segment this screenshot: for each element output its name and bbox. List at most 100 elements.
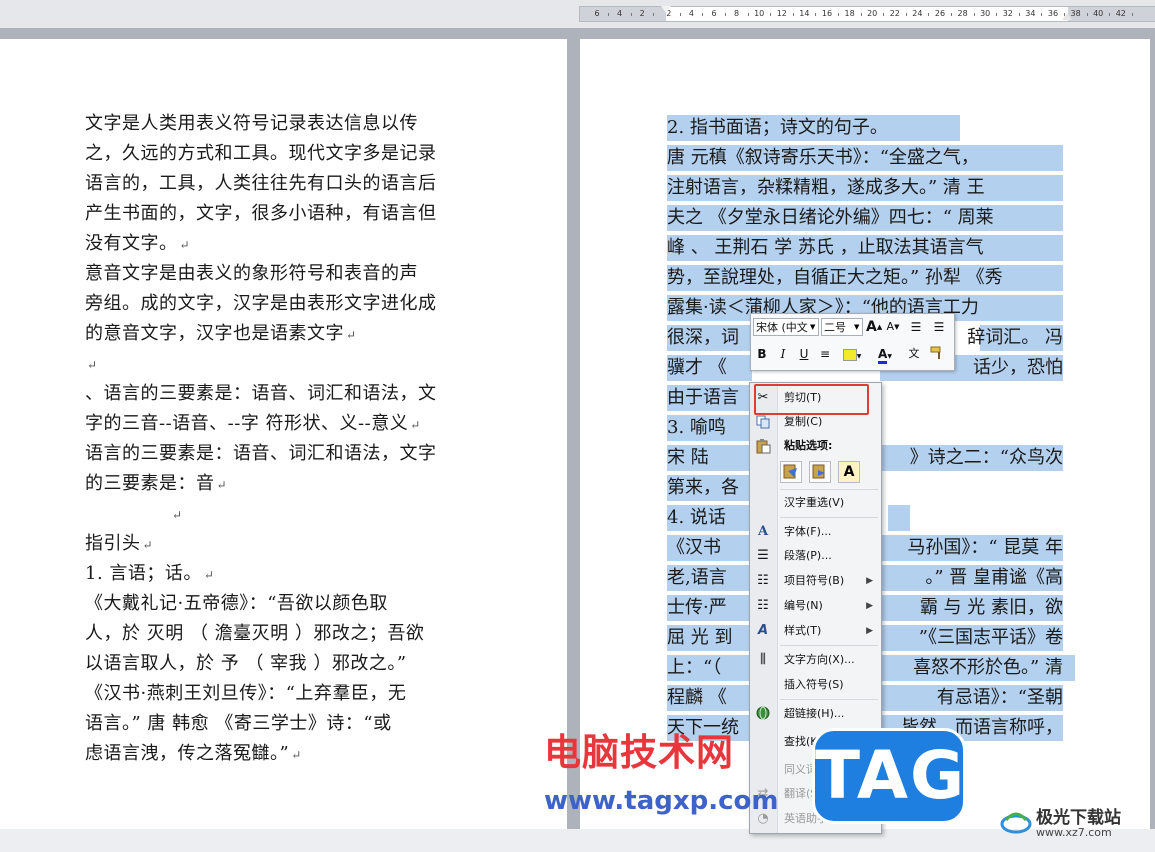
format-painter-icon[interactable]: [929, 345, 945, 363]
bold-button[interactable]: B: [754, 345, 770, 363]
menu-item-font[interactable]: A 字体(F)...: [750, 521, 881, 543]
right-text-fragment[interactable]: 辞词汇。 冯: [967, 327, 1063, 349]
left-text-line[interactable]: ↵: [85, 353, 98, 376]
left-text-content: 语言。” 唐 韩愈 《寄三学士》诗：“或: [85, 713, 392, 734]
first-line-indent-marker[interactable]: [661, 6, 671, 13]
phonetic-guide-button[interactable]: 文: [906, 345, 922, 363]
right-text-line[interactable]: 第来，各: [667, 477, 739, 499]
right-text-line[interactable]: 很深，词: [667, 327, 739, 349]
font-name-value: 宋体 (中文: [756, 321, 808, 334]
right-text-content: 由于语言: [667, 387, 739, 408]
left-text-line[interactable]: 没有文字。 ↵: [85, 233, 190, 256]
left-text-line[interactable]: 语言的，工具，人类往往先有口头的语言后: [85, 173, 437, 195]
right-text-line[interactable]: 由于语言: [667, 387, 739, 409]
paste-keep-formatting-button[interactable]: [780, 461, 802, 483]
left-text-line[interactable]: 的三要素是：音 ↵: [85, 473, 227, 496]
right-text-fragment[interactable]: 。” 晋 皇甫谧《高: [925, 567, 1063, 589]
menu-item-reconvert[interactable]: 汉字重选(V): [750, 492, 881, 514]
right-text-line[interactable]: 势，至說理处，自循正大之矩。” 孙犁 《秀: [667, 267, 1003, 289]
right-text-line[interactable]: 程麟 《: [667, 687, 727, 709]
font-size-dropdown-icon[interactable]: ▼: [854, 323, 859, 331]
italic-button[interactable]: I: [775, 345, 791, 363]
right-text-line[interactable]: 上：“（: [667, 657, 721, 679]
paste-merge-formatting-button[interactable]: [809, 461, 831, 483]
right-text-line[interactable]: 屈 光 到: [667, 627, 732, 649]
left-text-line[interactable]: 字的三音--语音、--字 符形状、义--意义 ↵: [85, 413, 421, 436]
right-text-fragment[interactable]: 话少，恐怕: [973, 357, 1063, 379]
left-text-content: 的三要素是：音: [85, 473, 215, 494]
left-text-line[interactable]: 产生书面的，文字，很多小语种，有语言但: [85, 203, 437, 225]
left-text-content: 人，於 灭明 （ 澹臺灭明 ）邪改之；吾欲: [85, 623, 425, 644]
shrink-font-button[interactable]: A▼: [885, 318, 901, 336]
right-text-line[interactable]: 唐 元稹《叙诗寄乐天书》：“全盛之气，: [667, 147, 979, 169]
left-text-line[interactable]: 语言。” 唐 韩愈 《寄三学士》诗：“或: [85, 713, 392, 735]
right-indent-marker[interactable]: [1062, 13, 1072, 20]
right-text-fragment[interactable]: 喜怒不形於色。” 清: [913, 657, 1063, 679]
right-text-fragment[interactable]: 霸 与 光 素旧，欲: [920, 597, 1063, 619]
increase-indent-icon[interactable]: ☰: [931, 318, 947, 336]
styles-icon: A: [757, 623, 769, 638]
left-text-line[interactable]: 的意音文字，汉字也是语素文字 ↵: [85, 323, 357, 346]
right-text-line[interactable]: 老,语言: [667, 567, 727, 589]
highlight-color-button[interactable]: ▼: [839, 345, 865, 363]
left-text-line[interactable]: 语言的三要素是：语音、词汇和语法，文字: [85, 443, 437, 465]
left-text-line[interactable]: 《大戴礼记·五帝德》：“吾欲以颜色取: [85, 593, 388, 615]
left-text-line[interactable]: 指引头 ↵: [85, 533, 153, 556]
right-text-line[interactable]: 2. 指书面语；诗文的句子。: [667, 117, 888, 139]
left-text-line[interactable]: 、语言的三要素是：语音、词汇和语法，文: [85, 383, 437, 405]
menu-item-insert-symbol[interactable]: 插入符号(S): [750, 674, 881, 696]
paragraph-mark-icon: ↵: [216, 478, 228, 492]
brand-url: www.xz7.com: [1036, 826, 1112, 839]
left-text-line[interactable]: 人，於 灭明 （ 澹臺灭明 ）邪改之；吾欲: [85, 623, 424, 645]
decrease-indent-icon[interactable]: ☰: [908, 318, 924, 336]
right-text-line[interactable]: 宋 陆: [667, 447, 709, 469]
brand-name: 极光下载站: [1036, 808, 1121, 828]
right-text-fragment[interactable]: 》诗之二：“众鸟次: [910, 447, 1063, 469]
underline-button[interactable]: U: [796, 345, 812, 363]
right-text-fragment[interactable]: 有忌语》：“圣朝: [937, 687, 1063, 709]
right-text-line[interactable]: 夫之 《夕堂永日绪论外编》四七：“ 周莱: [667, 207, 994, 229]
horizontal-ruler[interactable]: 6 4 2 2 4 6 8 10 12 14 16 18 20 22 24 26 28 30 32 34 36 38 40 4…: [579, 6, 1155, 22]
left-text-line[interactable]: 文字是人类用表义符号记录表达信息以传: [85, 113, 418, 135]
menu-item-text-direction[interactable]: ⫼ 文字方向(X)...: [750, 649, 881, 671]
right-text-line[interactable]: 《汉书: [667, 537, 721, 559]
watermark-site-name: 电脑技术网: [544, 731, 734, 774]
font-color-button[interactable]: A▼: [871, 345, 899, 364]
left-text-line[interactable]: 意音文字是由表义的象形符号和表音的声: [85, 263, 418, 285]
right-text-line[interactable]: 注射语言，杂糅精粗，遂成多大。” 清 王: [667, 177, 985, 199]
left-text-line[interactable]: 之，久远的方式和工具。现代文字多是记录: [85, 143, 437, 165]
paste-text-only-button[interactable]: A: [838, 461, 860, 483]
menu-item-hyperlink[interactable]: 超链接(H)...: [750, 703, 881, 725]
grow-font-button[interactable]: A▲: [866, 318, 882, 336]
paragraph-mark-icon: ↵: [172, 508, 183, 522]
left-text-line[interactable]: 虑语言洩，传之落冤讎。” ↵: [85, 743, 302, 766]
ruler-tick: [860, 13, 862, 16]
copy-icon: [755, 414, 771, 430]
selection-highlight: [888, 505, 910, 531]
font-name-dropdown-icon[interactable]: ▼: [810, 323, 815, 331]
right-text-content: 士传·严: [667, 597, 727, 618]
right-text-fragment[interactable]: ”《三国志平话》卷: [919, 627, 1063, 649]
left-text-line[interactable]: 1. 言语；话。 ↵: [85, 563, 214, 586]
left-text-line[interactable]: 以语言取人，於 予 （ 宰我 ）邪改之。”: [85, 653, 407, 675]
left-text-line[interactable]: ↵: [170, 503, 183, 526]
right-text-content: 上：“（: [667, 657, 722, 678]
left-text-content: 1. 言语；话。: [85, 563, 202, 584]
menu-item-bullets[interactable]: ☷ 项目符号(B) ▶: [750, 570, 881, 592]
center-align-icon[interactable]: ≡: [817, 345, 833, 363]
selection-highlight: [940, 115, 960, 141]
right-text-line[interactable]: 3. 喻鸣: [667, 417, 726, 439]
menu-item-paragraph[interactable]: ☰ 段落(P)...: [750, 545, 881, 567]
paragraph-mark-icon: ↵: [142, 538, 154, 552]
left-text-line[interactable]: 旁组。成的文字，汉字是由表形文字进化成: [85, 293, 437, 315]
right-text-line[interactable]: 峰 、 王荆石 学 苏氏 ，止取法其语言气: [667, 237, 984, 259]
left-text-line[interactable]: 《汉书·燕刺王刘旦传》：“上弃羣臣，无: [85, 683, 406, 705]
right-text-line[interactable]: 骥才 《: [667, 357, 727, 379]
menu-item-numbering[interactable]: ☷ 编号(N) ▶: [750, 595, 881, 617]
menu-item-styles[interactable]: A 样式(T) ▶: [750, 620, 881, 642]
ruler-tick: [1109, 13, 1111, 16]
right-text-line[interactable]: 士传·严: [667, 597, 727, 619]
right-fragment-content: 》诗之二：“众鸟次: [909, 447, 1063, 468]
right-text-line[interactable]: 4. 说话: [667, 507, 726, 529]
right-text-fragment[interactable]: 马孙国》：“ 昆莫 年: [907, 537, 1063, 559]
